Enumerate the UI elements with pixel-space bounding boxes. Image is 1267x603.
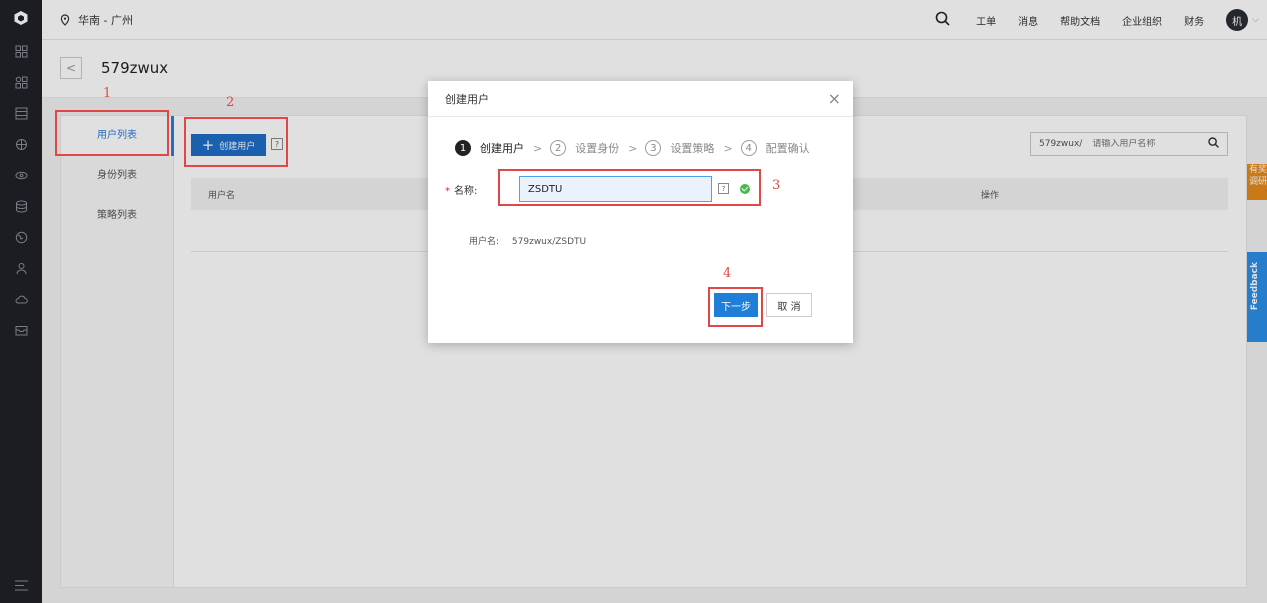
step-3-label: 设置策略 — [670, 142, 715, 155]
annotation-number-3: 3 — [772, 178, 781, 193]
step-1-number: 1 — [455, 140, 471, 156]
dialog-title: 创建用户 — [445, 92, 489, 106]
annotation-box-1 — [55, 110, 169, 156]
username-value: 579zwux/ZSDTU — [511, 237, 587, 247]
annotation-box-4 — [708, 287, 763, 327]
username-preview: 用户名: 579zwux/ZSDTU — [469, 234, 586, 247]
chevron-right-icon: > — [723, 141, 733, 155]
chevron-right-icon: > — [628, 141, 638, 155]
step-4-number: 4 — [740, 140, 757, 156]
create-user-dialog: 创建用户 × 1 创建用户 > 2 设置身份 > 3 设置策略 > 4 配置确认… — [428, 81, 853, 343]
username-label: 用户名: — [469, 237, 500, 247]
name-field-label: * 名称: — [445, 182, 477, 197]
step-1-label: 创建用户 — [480, 142, 524, 155]
annotation-number-2: 2 — [226, 95, 235, 110]
stepper: 1 创建用户 > 2 设置身份 > 3 设置策略 > 4 配置确认 — [455, 140, 819, 156]
cancel-button[interactable]: 取 消 — [766, 293, 812, 317]
required-marker: * — [445, 186, 450, 197]
annotation-box-2 — [184, 117, 288, 167]
name-label-text: 名称: — [454, 186, 478, 197]
annotation-number-1: 1 — [103, 86, 112, 101]
step-4-label: 配置确认 — [765, 142, 810, 155]
step-2-number: 2 — [550, 140, 567, 156]
annotation-box-3 — [498, 169, 761, 206]
close-icon[interactable]: × — [828, 89, 841, 108]
chevron-right-icon: > — [533, 141, 543, 155]
dialog-header: 创建用户 × — [428, 81, 853, 117]
step-3-number: 3 — [645, 140, 662, 156]
annotation-number-4: 4 — [723, 266, 732, 281]
step-2-label: 设置身份 — [575, 142, 620, 155]
